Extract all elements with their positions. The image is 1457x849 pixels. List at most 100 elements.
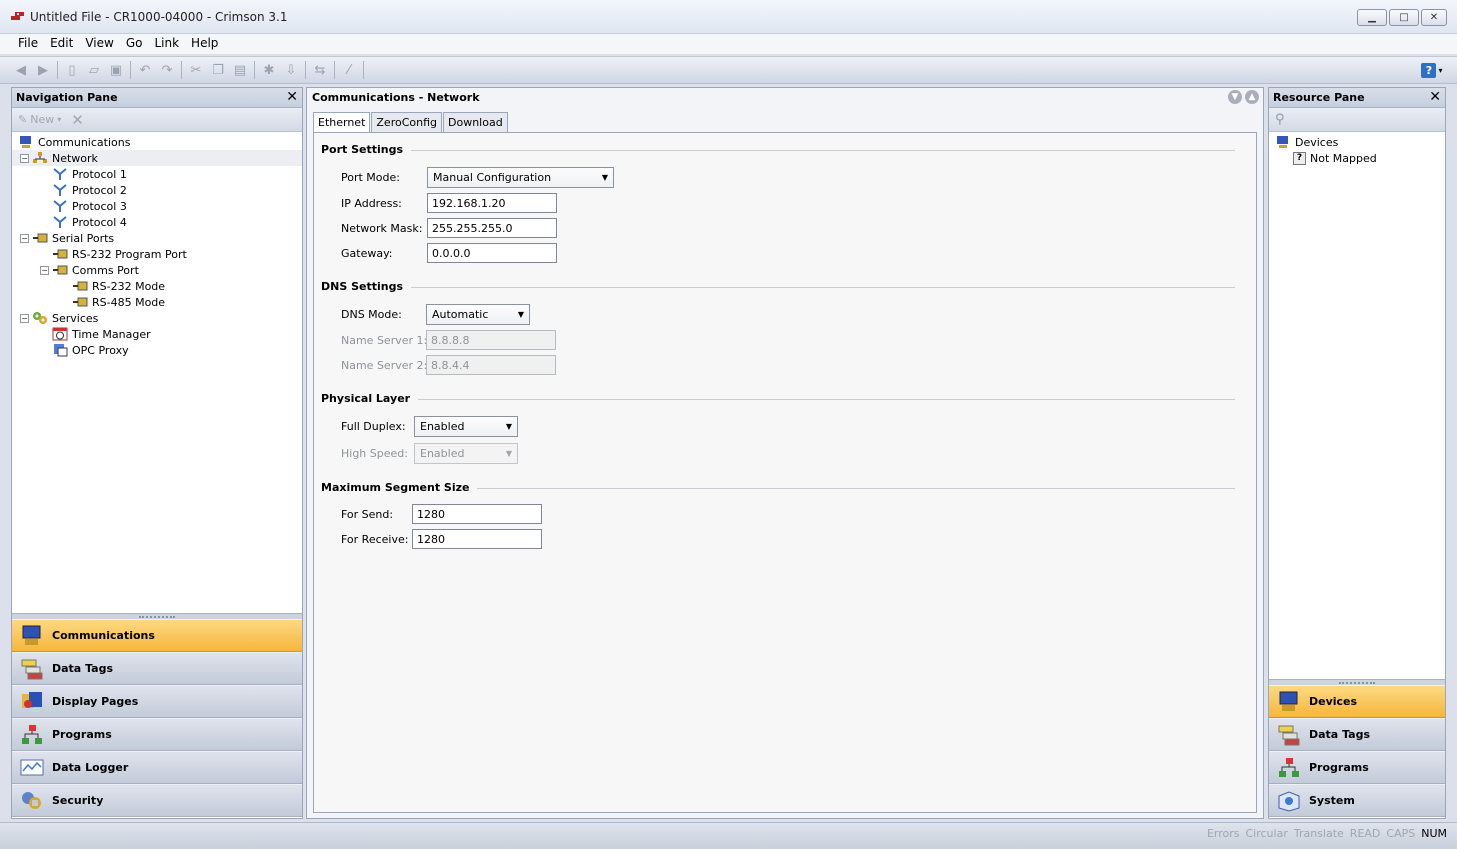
category-programs[interactable]: Programs <box>1269 751 1445 784</box>
network-mask-input[interactable] <box>427 218 557 238</box>
menu-go[interactable]: Go <box>120 34 149 54</box>
port-mode-select[interactable]: Manual Configuration ▼ <box>427 167 614 188</box>
tree-item-comms-port[interactable]: − Comms Port <box>12 262 302 278</box>
menu-file[interactable]: File <box>12 34 44 54</box>
undo-button[interactable]: ↶ <box>134 59 156 81</box>
tree-item-rs232-program-port[interactable]: RS-232 Program Port <box>12 246 302 262</box>
gateway-input[interactable] <box>427 243 557 263</box>
link-button[interactable]: ⇆ <box>309 59 331 81</box>
category-programs[interactable]: Programs <box>12 718 302 751</box>
close-resource-pane-icon[interactable]: ✕ <box>1429 90 1441 104</box>
tree-item-label: Communications <box>38 135 131 149</box>
toolbar-separator <box>181 61 182 79</box>
resource-pane-title: Resource Pane <box>1273 91 1365 104</box>
tree-item-services[interactable]: − Services <box>12 310 302 326</box>
full-duplex-select[interactable]: Enabled ▼ <box>414 416 518 437</box>
paste-button[interactable]: ▤ <box>229 59 251 81</box>
collapse-toggle[interactable]: − <box>40 265 49 275</box>
download-button[interactable]: ⇩ <box>280 59 302 81</box>
crimson-app-icon[interactable] <box>10 10 26 24</box>
close-navigation-pane-icon[interactable]: ✕ <box>286 90 298 104</box>
collapse-toggle[interactable]: − <box>20 233 29 243</box>
menu-link[interactable]: Link <box>148 34 185 54</box>
category-data-logger[interactable]: Data Logger <box>12 751 302 784</box>
tree-item-label: Services <box>52 311 99 325</box>
category-display-pages[interactable]: Display Pages <box>12 685 302 718</box>
search-icon[interactable]: ⚲ <box>1275 112 1285 127</box>
tab-download[interactable]: Download <box>443 112 508 132</box>
tree-item-protocol-4[interactable]: Protocol 4 <box>12 214 302 230</box>
toolbar-separator <box>130 61 131 79</box>
category-label: Devices <box>1309 695 1358 708</box>
menu-view[interactable]: View <box>79 34 119 54</box>
port-settings-section: Port Settings <box>321 143 1235 156</box>
toolbar-separator <box>254 61 255 79</box>
link-icon: ⇆ <box>314 62 326 78</box>
cut-button[interactable]: ✂ <box>185 59 207 81</box>
navigation-pane-header: Navigation Pane ✕ <box>12 88 302 108</box>
tree-item-network[interactable]: − Network <box>12 150 302 166</box>
high-speed-label: High Speed: <box>341 447 408 460</box>
tree-item-label: Comms Port <box>72 263 139 277</box>
full-duplex-label: Full Duplex: <box>341 420 406 433</box>
open-file-button[interactable]: ▱ <box>83 59 105 81</box>
ethernet-tab-body: Port Settings Port Mode: Manual Configur… <box>313 132 1257 813</box>
menu-help[interactable]: Help <box>185 34 224 54</box>
toolbar-separator <box>363 61 364 79</box>
tree-item-devices[interactable]: Devices <box>1269 134 1445 150</box>
name-server-1-input[interactable] <box>426 330 556 350</box>
tree-item-label: Protocol 2 <box>72 183 127 197</box>
wand-icon: ⁄ <box>347 62 351 78</box>
minimize-button[interactable]: ▁ <box>1357 9 1387 26</box>
menu-edit[interactable]: Edit <box>44 34 79 54</box>
port-mode-label: Port Mode: <box>341 171 400 184</box>
grip-icon <box>1339 681 1375 684</box>
collapse-toggle[interactable]: − <box>20 313 29 323</box>
tree-item-time-manager[interactable]: Time Manager <box>12 326 302 342</box>
tree-item-opc-proxy[interactable]: OPC Proxy <box>12 342 302 358</box>
redo-button[interactable]: ↷ <box>156 59 178 81</box>
serial-port-icon <box>33 233 48 243</box>
high-speed-select[interactable]: Enabled ▼ <box>414 443 518 464</box>
name-server-2-input[interactable] <box>426 355 556 375</box>
arrow-down-icon[interactable]: ▼ <box>1228 90 1242 104</box>
protocol-icon <box>53 184 67 196</box>
category-devices[interactable]: Devices <box>1269 685 1445 718</box>
collapse-toggle[interactable]: − <box>20 153 29 163</box>
wand-button[interactable]: ⁄ <box>338 59 360 81</box>
for-send-input[interactable] <box>412 504 542 524</box>
back-button[interactable]: ◀ <box>10 59 32 81</box>
status-translate: Translate <box>1293 827 1344 840</box>
tree-item-communications[interactable]: Communications <box>12 134 302 150</box>
tree-item-protocol-3[interactable]: Protocol 3 <box>12 198 302 214</box>
delete-icon[interactable]: ✕ <box>71 111 84 129</box>
category-system[interactable]: System <box>1269 784 1445 817</box>
tree-item-rs232-mode[interactable]: RS-232 Mode <box>12 278 302 294</box>
category-data-tags[interactable]: Data Tags <box>12 652 302 685</box>
new-file-button[interactable]: ▯ <box>61 59 83 81</box>
tree-item-protocol-2[interactable]: Protocol 2 <box>12 182 302 198</box>
ip-address-input[interactable] <box>427 193 557 213</box>
maximize-button[interactable]: □ <box>1389 9 1419 26</box>
arrow-up-icon[interactable]: ▲ <box>1245 90 1259 104</box>
tab-ethernet[interactable]: Ethernet <box>313 112 371 133</box>
category-security[interactable]: Security <box>12 784 302 817</box>
copy-button[interactable]: ❐ <box>207 59 229 81</box>
category-communications[interactable]: Communications <box>12 619 302 652</box>
close-button[interactable]: ✕ <box>1421 9 1447 26</box>
tree-item-protocol-1[interactable]: Protocol 1 <box>12 166 302 182</box>
tree-item-label: Not Mapped <box>1310 151 1377 165</box>
category-data-tags[interactable]: Data Tags <box>1269 718 1445 751</box>
new-item-button[interactable]: ✎ New ▾ <box>18 113 61 126</box>
save-button[interactable]: ▣ <box>105 59 127 81</box>
tree-item-serial-ports[interactable]: − Serial Ports <box>12 230 302 246</box>
tree-item-label: Devices <box>1295 135 1339 149</box>
tree-item-rs485-mode[interactable]: RS-485 Mode <box>12 294 302 310</box>
dns-mode-select[interactable]: Automatic ▼ <box>426 304 530 325</box>
tools-button[interactable]: ✱ <box>258 59 280 81</box>
for-receive-input[interactable] <box>412 529 542 549</box>
help-button[interactable]: ? ▾ <box>1419 60 1445 80</box>
tab-zeroconfig[interactable]: ZeroConfig <box>371 112 442 132</box>
forward-button[interactable]: ▶ <box>32 59 54 81</box>
tree-item-not-mapped[interactable]: ? Not Mapped <box>1269 150 1445 166</box>
